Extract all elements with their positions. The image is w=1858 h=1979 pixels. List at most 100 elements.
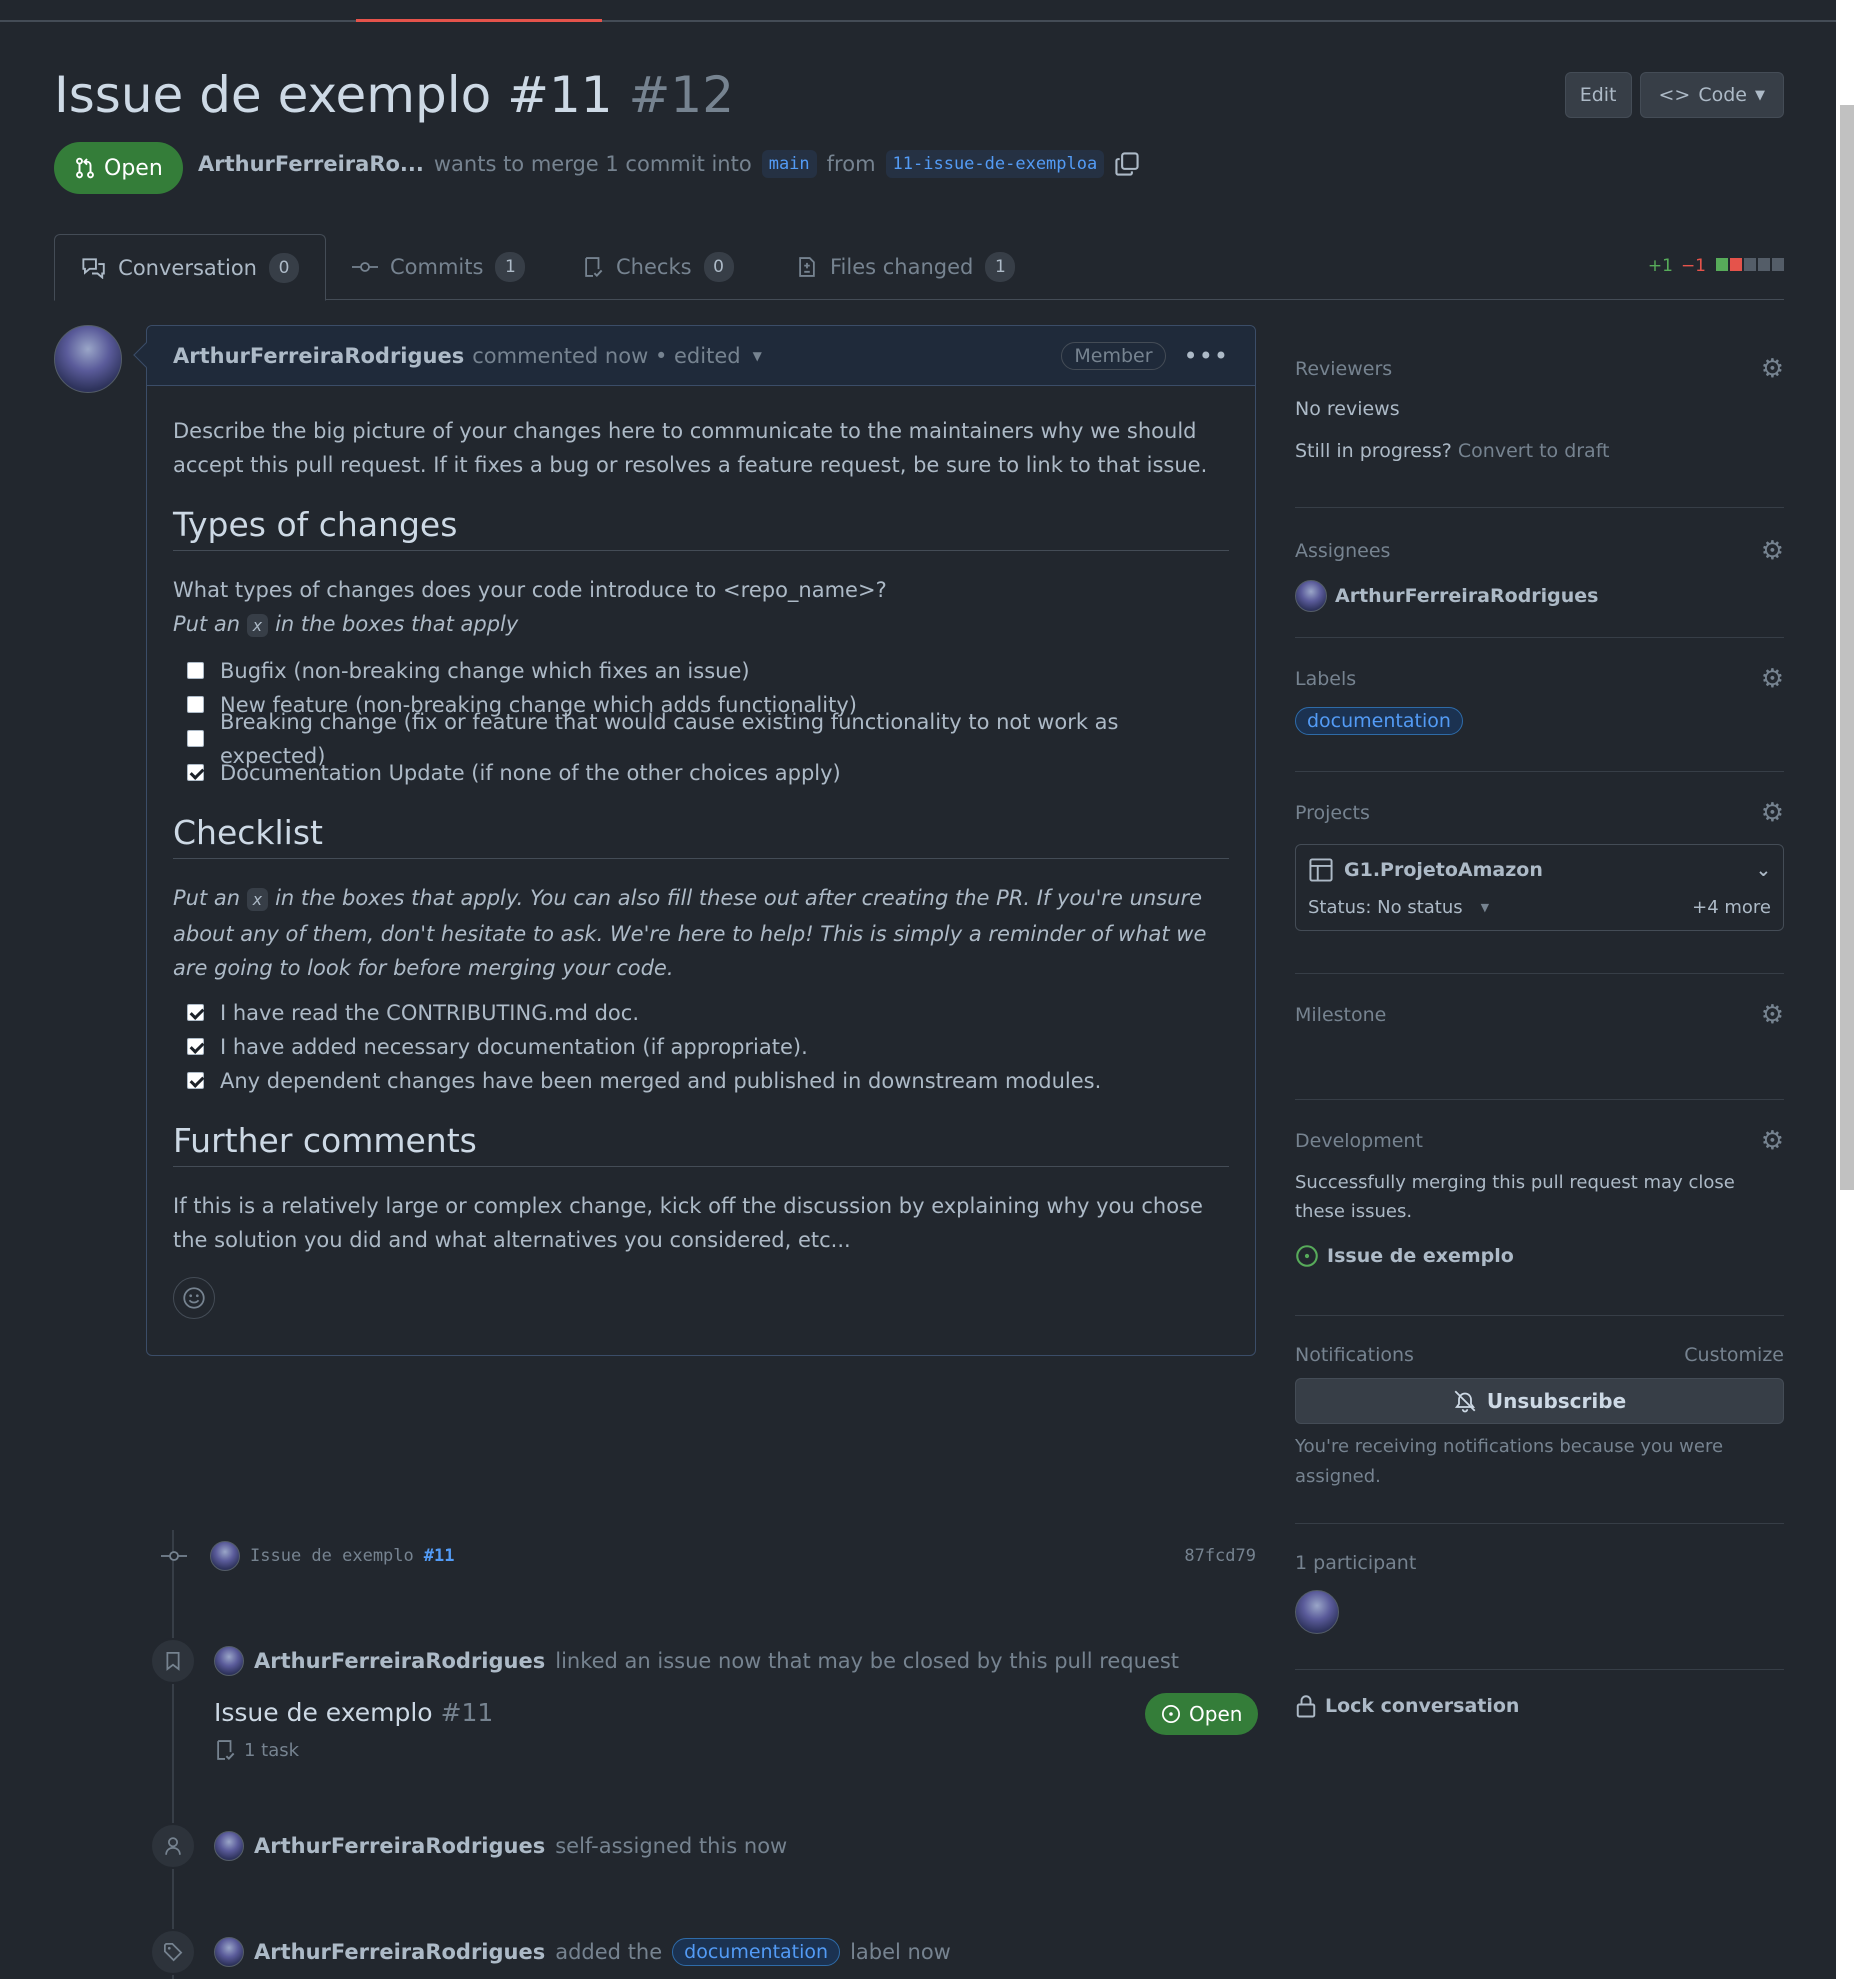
kebab-icon[interactable]: ••• <box>1184 342 1229 370</box>
diffstat-box-add <box>1716 258 1728 271</box>
git-commit-icon <box>352 262 378 272</box>
commit-message[interactable]: Issue de exemplo <box>250 1546 414 1566</box>
code-icon: <> <box>1658 84 1691 106</box>
issue-state-label: Open <box>1189 1702 1243 1726</box>
code-button-label: Code <box>1698 84 1747 106</box>
comment-discussion-icon <box>82 257 105 279</box>
in-boxes-text: in the boxes that apply <box>275 612 519 636</box>
linked-issue-tasks: 1 task <box>214 1738 299 1762</box>
tab-conversation[interactable]: Conversation 0 <box>54 234 326 301</box>
base-branch[interactable]: main <box>761 150 817 178</box>
task-label: Documentation Update (if none of the oth… <box>220 760 841 785</box>
avatar[interactable] <box>214 1831 244 1861</box>
task-count: 1 task <box>244 1739 300 1761</box>
diffstat-additions: +1 <box>1647 256 1673 276</box>
task-checkbox[interactable] <box>187 662 204 679</box>
pr-sidebar: Reviewers ⚙ No reviews Still in progress?… <box>1295 340 1784 1718</box>
project-status-row: Status: No status ▼ +4 more <box>1308 897 1771 918</box>
project-row[interactable]: G1.ProjetoAmazon ⌄ <box>1308 857 1771 883</box>
project-more[interactable]: +4 more <box>1692 897 1771 918</box>
development-issue: Issue de exemplo <box>1327 1245 1514 1267</box>
scrollbar[interactable] <box>1836 0 1858 1979</box>
task-checkbox[interactable] <box>187 1072 204 1089</box>
diffstat-box-del <box>1730 258 1742 271</box>
event-author[interactable]: ArthurFerreiraRodrigues <box>254 1649 545 1673</box>
further-paragraph: If this is a relatively large or complex… <box>173 1194 1203 1252</box>
gear-icon[interactable]: ⚙ <box>1761 536 1784 566</box>
scrollbar-thumb[interactable] <box>1840 105 1854 1190</box>
development-issue-row[interactable]: Issue de exemplo <box>1295 1244 1784 1268</box>
tag-badge <box>150 1929 196 1975</box>
assignee-row[interactable]: ArthurFerreiraRodrigues <box>1295 580 1784 612</box>
event-author[interactable]: ArthurFerreiraRodrigues <box>254 1834 545 1858</box>
task-checkbox[interactable] <box>187 764 204 781</box>
avatar[interactable] <box>210 1541 240 1571</box>
task-item: Bugfix (non-breaking change which fixes … <box>187 657 1229 684</box>
chevron-down-icon[interactable]: ⌄ <box>1756 860 1771 881</box>
edit-button[interactable]: Edit <box>1564 72 1632 118</box>
gear-icon[interactable]: ⚙ <box>1761 798 1784 828</box>
person-icon <box>165 1837 181 1855</box>
add-reaction-button[interactable] <box>173 1277 215 1319</box>
checklist-note-block: Put an x in the boxes that apply. You ca… <box>173 881 1229 985</box>
task-checkbox[interactable] <box>187 1038 204 1055</box>
timeline-linked-issue: ArthurFerreiraRodrigues linked an issue … <box>214 1646 1179 1676</box>
task-label: Any dependent changes have been merged a… <box>220 1068 1102 1093</box>
labels-header[interactable]: Labels ⚙ <box>1295 664 1784 694</box>
comment-author[interactable]: ArthurFerreiraRodrigues <box>173 344 464 368</box>
label-documentation[interactable]: documentation <box>672 1938 841 1966</box>
notification-reason: You're receiving notifications because y… <box>1295 1436 1724 1487</box>
task-checkbox[interactable] <box>187 1004 204 1021</box>
linked-issue-title[interactable]: Issue de exemplo #11 <box>214 1698 493 1727</box>
commit-issue-ref[interactable]: #11 <box>424 1546 455 1566</box>
lock-conversation-link[interactable]: Lock conversation <box>1295 1670 1784 1718</box>
diffstat-bar <box>1714 256 1784 276</box>
participants-section: 1 participant <box>1295 1524 1784 1670</box>
head-branch[interactable]: 11-issue-de-exemploa <box>885 150 1105 178</box>
put-an-text: Put an <box>173 886 241 910</box>
avatar[interactable] <box>214 1937 244 1967</box>
task-checkbox[interactable] <box>187 696 204 713</box>
avatar[interactable] <box>54 325 122 393</box>
diffstat-box-neutral <box>1772 258 1784 271</box>
timeline-line <box>172 1530 174 1979</box>
projects-header[interactable]: Projects ⚙ <box>1295 798 1784 828</box>
labels-section: Labels ⚙ documentation <box>1295 638 1784 772</box>
reviewers-section: Reviewers ⚙ No reviews Still in progress?… <box>1295 340 1784 508</box>
gear-icon[interactable]: ⚙ <box>1761 664 1784 694</box>
pr-author-link[interactable]: ArthurFerreiraRo... <box>198 152 424 176</box>
caret-down-icon[interactable]: ▼ <box>753 349 762 363</box>
event-text: self-assigned this now <box>555 1834 788 1858</box>
tab-commits[interactable]: Commits 1 <box>326 234 551 300</box>
comment-header: ArthurFerreiraRodrigues commented now • … <box>147 326 1255 386</box>
label-documentation[interactable]: documentation <box>1295 707 1463 735</box>
avatar[interactable] <box>214 1646 244 1676</box>
project-status[interactable]: Status: No status <box>1308 897 1463 918</box>
task-checkbox[interactable] <box>187 730 204 747</box>
tab-checks[interactable]: Checks 0 <box>556 234 760 300</box>
assignees-header[interactable]: Assignees ⚙ <box>1295 536 1784 566</box>
pr-meta: ArthurFerreiraRo... wants to merge 1 com… <box>198 150 1140 178</box>
event-author[interactable]: ArthurFerreiraRodrigues <box>254 1940 545 1964</box>
convert-to-draft-link[interactable]: Convert to draft <box>1458 440 1610 462</box>
gear-icon[interactable]: ⚙ <box>1761 354 1784 384</box>
milestone-header[interactable]: Milestone ⚙ <box>1295 1000 1784 1030</box>
tab-files-changed[interactable]: Files changed 1 <box>770 234 1041 300</box>
code-button[interactable]: <> Code ▼ <box>1639 72 1784 118</box>
gear-icon[interactable]: ⚙ <box>1761 1000 1784 1030</box>
development-title: Development <box>1295 1130 1423 1152</box>
task-item: Any dependent changes have been merged a… <box>187 1067 1229 1094</box>
notifications-title: Notifications <box>1295 1344 1414 1366</box>
customize-link[interactable]: Customize <box>1684 1344 1784 1366</box>
commit-sha[interactable]: 87fcd79 <box>1184 1546 1256 1566</box>
development-header[interactable]: Development ⚙ <box>1295 1126 1784 1156</box>
caret-down-icon: ▼ <box>1755 87 1765 103</box>
gear-icon[interactable]: ⚙ <box>1761 1126 1784 1156</box>
table-icon <box>1309 858 1333 882</box>
unsubscribe-button[interactable]: Unsubscribe <box>1295 1378 1784 1424</box>
comment-meta[interactable]: commented now • edited <box>472 344 740 368</box>
copy-icon[interactable] <box>1114 151 1140 177</box>
reviewers-header[interactable]: Reviewers ⚙ <box>1295 354 1784 384</box>
caret-down-icon[interactable]: ▼ <box>1481 901 1489 914</box>
avatar[interactable] <box>1295 1590 1339 1634</box>
